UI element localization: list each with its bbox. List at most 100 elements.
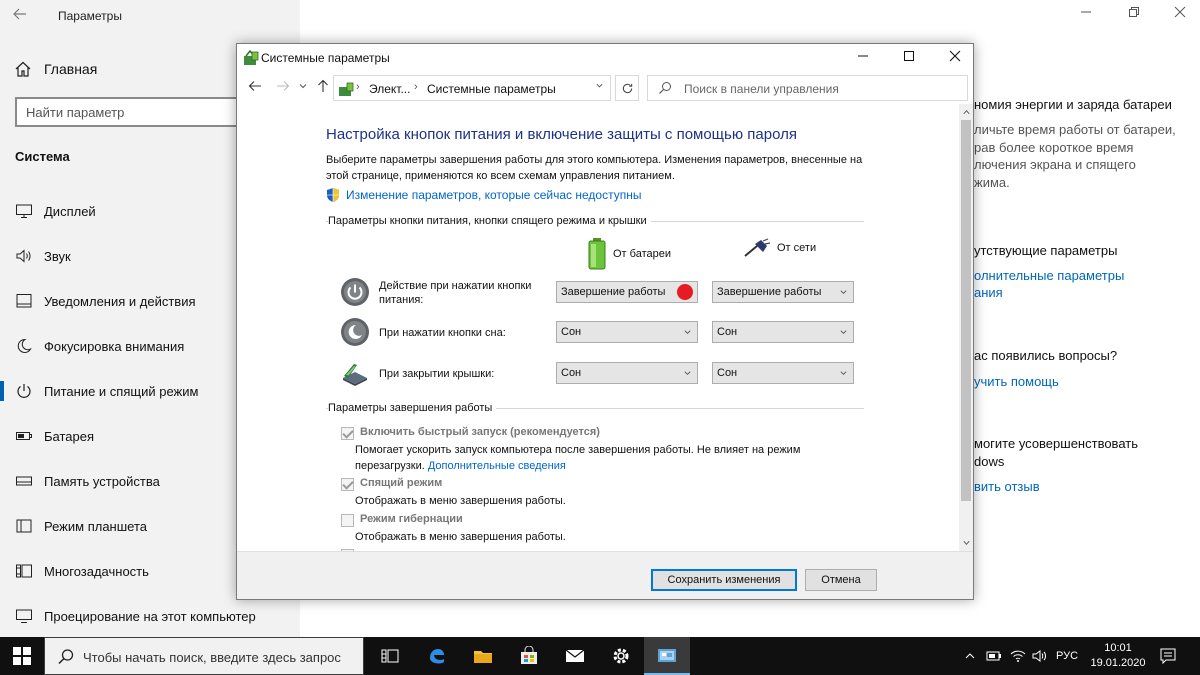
edge-button[interactable] (414, 637, 460, 675)
save-changes-button[interactable]: Сохранить изменения (651, 569, 797, 591)
lid-close-battery-select[interactable]: Сон (556, 362, 698, 384)
up-arrow-icon[interactable] (315, 79, 331, 95)
task-view-button[interactable] (367, 637, 413, 675)
column-ac-label: От сети (777, 242, 817, 254)
sleep-button-ac-select[interactable]: Сон (712, 321, 854, 343)
address-bar-row: › Элект... › Системные параметры (237, 72, 973, 104)
sleep-button-battery-select[interactable]: Сон (556, 321, 698, 343)
multitask-icon (16, 564, 32, 578)
settings-titlebar: Параметры (0, 0, 1200, 32)
moon-icon (17, 338, 32, 353)
scroll-up-icon[interactable] (959, 108, 973, 118)
related-energy-title: номия энергии и заряда батареи (974, 97, 1172, 112)
file-explorer-button[interactable] (460, 637, 506, 675)
wifi-icon[interactable] (1010, 637, 1030, 675)
select-value: Сон (717, 367, 738, 379)
refresh-button[interactable] (615, 75, 639, 101)
speaker-icon (16, 249, 31, 263)
group-title-shutdown: Параметры завершения работы (328, 402, 497, 414)
breadcrumb-item[interactable]: Элект... (369, 82, 410, 96)
vertical-scrollbar[interactable] (959, 104, 973, 551)
chevron-down-icon (839, 322, 848, 349)
forward-arrow-icon[interactable] (275, 79, 291, 95)
refresh-icon (622, 83, 632, 94)
scroll-down-icon[interactable] (959, 539, 973, 549)
breadcrumb-item[interactable]: Системные параметры (427, 82, 556, 96)
hibernate-option[interactable]: Режим гибернации (341, 513, 463, 527)
minimize-icon[interactable] (1074, 6, 1098, 26)
breadcrumb-separator: › (356, 81, 360, 93)
energy-line: лючения экрана и спящего (974, 157, 1136, 172)
monitor-icon (16, 204, 32, 218)
language-indicator[interactable]: РУС (1056, 637, 1082, 675)
power-button-ac-select[interactable]: Завершение работы (712, 281, 854, 303)
battery-tray-icon[interactable] (986, 637, 1006, 675)
sleep-label: Спящий режим (360, 477, 443, 489)
home-label: Главная (44, 61, 98, 77)
more-info-link[interactable]: Дополнительные сведения (428, 460, 566, 472)
nav-item-label: Проецирование на этот компьютер (44, 608, 256, 624)
sleep-button-label: При нажатии кнопки сна: (379, 327, 506, 339)
lid-close-ac-select[interactable]: Сон (712, 362, 854, 384)
related-link[interactable]: олнительные параметры (974, 268, 1124, 283)
control-panel-icon (339, 82, 354, 96)
power-button-label: Действие при нажатии кнопки питания: (379, 280, 532, 306)
change-unavailable-settings-link[interactable]: Изменение параметров, которые сейчас нед… (326, 187, 642, 203)
nav-item-project[interactable]: Проецирование на этот компьютер (0, 601, 300, 631)
storage-icon (16, 476, 32, 486)
energy-line: жима. (974, 175, 1010, 190)
column-battery-label: От батареи (613, 248, 671, 260)
fast-startup-label: Включить быстрый запуск (рекомендуется) (360, 426, 600, 438)
address-box[interactable]: › Элект... › Системные параметры (333, 75, 611, 101)
uac-shield-icon (327, 188, 339, 202)
power-button-battery-select[interactable]: Завершение работы (556, 281, 698, 303)
cancel-button[interactable]: Отмена (805, 569, 877, 591)
maximize-icon[interactable] (897, 49, 921, 69)
home-link[interactable]: Главная (14, 58, 97, 80)
close-icon[interactable] (943, 49, 967, 69)
select-value: Сон (717, 326, 738, 338)
fast-startup-option[interactable]: Включить быстрый запуск (рекомендуется) (341, 426, 600, 440)
power-options-icon (244, 50, 259, 65)
related-settings-title: утствующие параметры (974, 243, 1118, 258)
mail-button[interactable] (552, 637, 598, 675)
close-icon[interactable] (1168, 6, 1192, 26)
chevron-down-icon (839, 363, 848, 390)
recent-chevron-icon[interactable] (295, 79, 311, 95)
nav-item-label: Многозадачность (44, 563, 149, 579)
back-arrow-icon[interactable] (12, 6, 32, 26)
back-arrow-icon[interactable] (247, 79, 263, 95)
control-panel-search-box[interactable] (647, 75, 968, 101)
related-link[interactable]: ания (974, 285, 1003, 300)
tray-overflow-icon[interactable] (964, 637, 984, 675)
nav-item-label: Память устройства (44, 473, 160, 489)
chevron-down-icon[interactable] (595, 81, 604, 93)
hibernate-checkbox[interactable] (341, 514, 354, 527)
store-button[interactable] (506, 637, 552, 675)
taskbar-search-input[interactable] (83, 648, 363, 666)
clock[interactable]: 10:01 19.01.2020 (1083, 641, 1153, 671)
store-bag-icon (521, 646, 537, 664)
laptop-lid-icon (343, 364, 367, 386)
sleep-option[interactable]: Спящий режим (341, 477, 442, 491)
settings-search-input[interactable] (26, 99, 256, 125)
restore-icon[interactable] (1122, 6, 1146, 26)
control-panel-search-input[interactable] (684, 80, 954, 98)
gear-icon (613, 648, 629, 664)
taskbar-search-box[interactable] (44, 637, 364, 675)
fast-startup-checkbox[interactable] (341, 427, 354, 440)
settings-taskbar-button[interactable] (598, 637, 644, 675)
control-panel-taskbar-button[interactable] (644, 637, 690, 675)
minimize-icon[interactable] (851, 49, 875, 69)
notification-center-icon[interactable] (1160, 637, 1180, 675)
questions-title: ас появились вопросы? (974, 348, 1118, 363)
start-button[interactable] (0, 637, 44, 675)
chevron-down-icon (683, 363, 692, 390)
scrollbar-thumb[interactable] (961, 120, 971, 501)
feedback-link[interactable]: вить отзыв (974, 479, 1040, 494)
project-icon (16, 609, 32, 623)
volume-icon[interactable] (1032, 637, 1052, 675)
taskbar: РУС 10:01 19.01.2020 (0, 637, 1200, 675)
get-help-link[interactable]: учить помощь (974, 374, 1059, 389)
sleep-checkbox[interactable] (341, 478, 354, 491)
